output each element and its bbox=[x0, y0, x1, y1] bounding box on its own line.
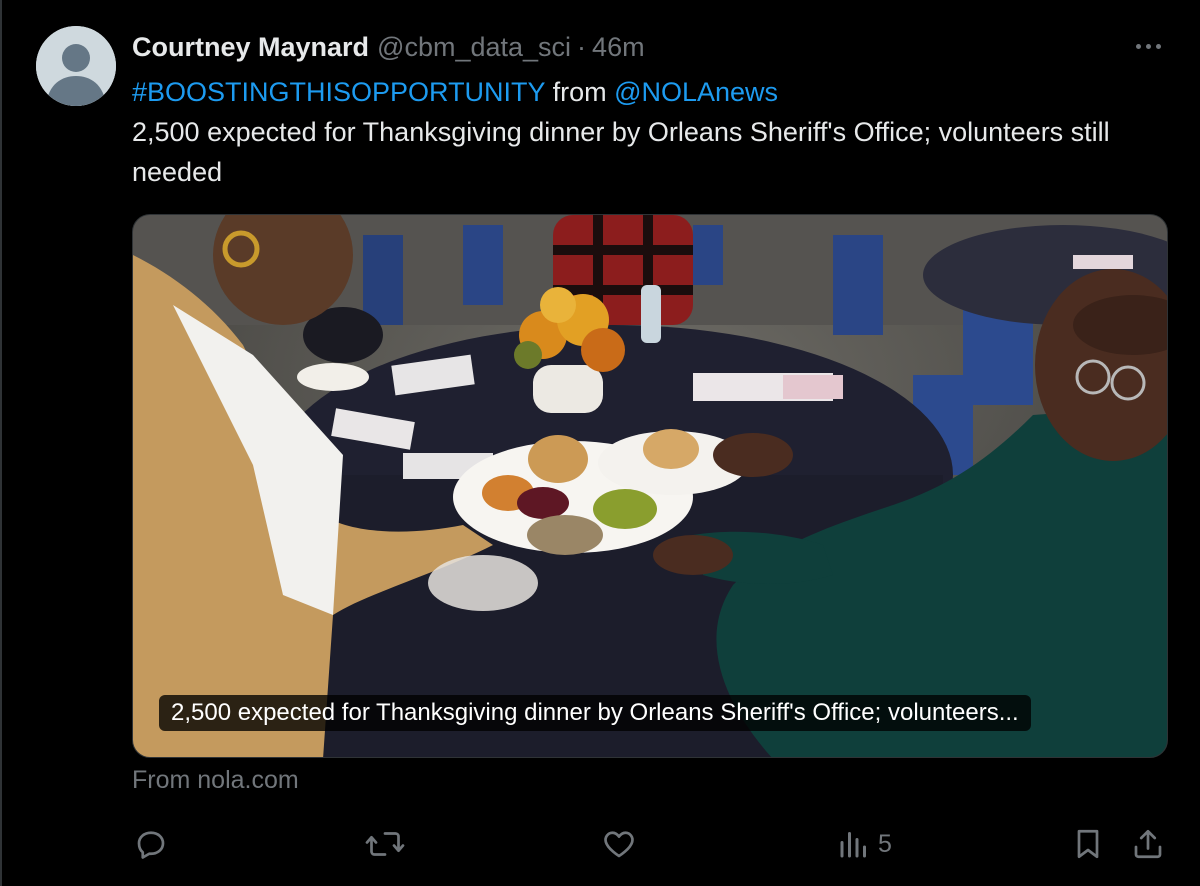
action-bar: 5 bbox=[2, 820, 1200, 866]
retweet-button[interactable] bbox=[365, 826, 405, 862]
tweet-body: 2,500 expected for Thanksgiving dinner b… bbox=[132, 117, 1110, 187]
author-handle[interactable]: @cbm_data_sci bbox=[377, 32, 571, 63]
separator-dot: · bbox=[577, 31, 587, 62]
hashtag-link[interactable]: #BOOSTINGTHISOPPORTUNITY bbox=[132, 77, 545, 107]
views-count: 5 bbox=[878, 829, 892, 858]
tweet-text: #BOOSTINGTHISOPPORTUNITY from @NOLAnews … bbox=[132, 72, 1172, 192]
share-icon bbox=[1134, 829, 1162, 859]
reply-button[interactable] bbox=[133, 826, 169, 862]
tweet-header: Courtney Maynard @cbm_data_sci · 46m bbox=[132, 30, 645, 64]
bookmark-icon bbox=[1077, 829, 1099, 859]
more-options-icon[interactable] bbox=[1130, 36, 1166, 56]
author-name[interactable]: Courtney Maynard bbox=[132, 32, 369, 63]
card-caption: 2,500 expected for Thanksgiving dinner b… bbox=[159, 695, 1031, 731]
from-text: from bbox=[545, 77, 615, 107]
card-photo bbox=[133, 215, 1167, 757]
link-card[interactable]: 2,500 expected for Thanksgiving dinner b… bbox=[132, 214, 1168, 758]
default-avatar-icon bbox=[36, 26, 116, 106]
like-icon bbox=[604, 831, 634, 858]
card-source[interactable]: From nola.com bbox=[132, 766, 299, 795]
avatar[interactable] bbox=[36, 26, 116, 106]
share-button[interactable] bbox=[1130, 826, 1166, 862]
views-button[interactable]: 5 bbox=[836, 826, 892, 862]
views-icon bbox=[840, 832, 866, 858]
retweet-icon bbox=[365, 832, 405, 856]
tweet[interactable]: Courtney Maynard @cbm_data_sci · 46m #BO… bbox=[0, 0, 1200, 886]
bookmark-button[interactable] bbox=[1070, 826, 1106, 862]
reply-icon bbox=[137, 831, 165, 859]
like-button[interactable] bbox=[601, 826, 637, 862]
mention-link[interactable]: @NOLAnews bbox=[614, 77, 778, 107]
timestamp[interactable]: 46m bbox=[592, 32, 645, 63]
